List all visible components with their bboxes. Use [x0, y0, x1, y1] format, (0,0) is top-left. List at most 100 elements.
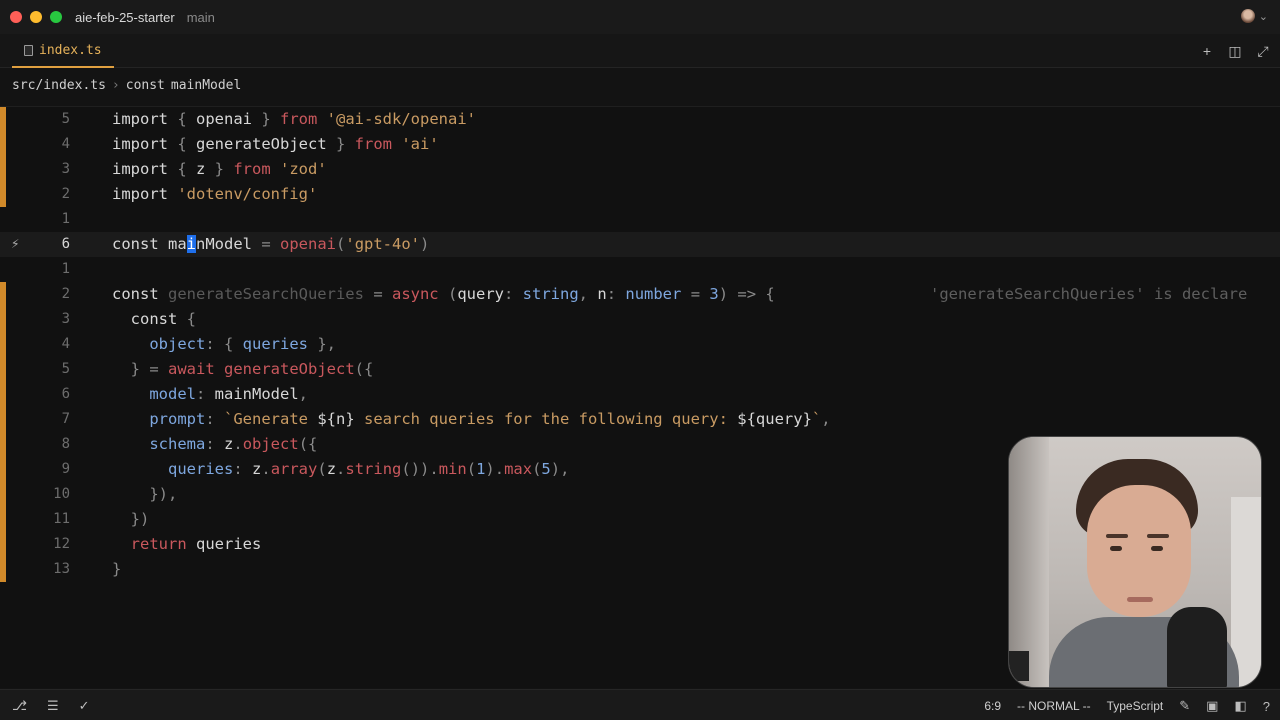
code-token: object: [242, 435, 299, 453]
code-token: 'zod': [280, 160, 327, 178]
status-bar: ⎇ ☰ ✓ 6:9 -- NORMAL -- TypeScript ✎ ▣ ◧ …: [0, 689, 1280, 720]
code-line[interactable]: 4 object: { queries },: [0, 332, 1280, 357]
code-token: min: [438, 460, 467, 478]
ai-icon[interactable]: ✎: [1179, 698, 1190, 714]
maximize-window-button[interactable]: [50, 11, 62, 23]
breadcrumb-symbol[interactable]: mainModel: [171, 78, 241, 93]
line-number: 1: [61, 261, 70, 277]
code-token: 3: [709, 285, 719, 303]
split-pane-icon[interactable]: ◫: [1228, 43, 1242, 59]
avatar[interactable]: [1240, 9, 1255, 23]
terminal-icon[interactable]: ▣: [1206, 698, 1218, 714]
code-token: max: [504, 460, 533, 478]
file-icon: [24, 44, 33, 56]
modified-indicator: [0, 432, 6, 457]
code-line[interactable]: 1: [0, 207, 1280, 232]
code-line[interactable]: 5 } = await generateObject({: [0, 357, 1280, 382]
code-token: queries: [196, 535, 262, 553]
code-text: import { z } from 'zod': [112, 157, 327, 182]
modified-indicator: [0, 282, 6, 307]
code-token: ,: [821, 410, 831, 428]
tab-index-ts[interactable]: index.ts: [12, 34, 114, 68]
code-token: z: [224, 435, 234, 453]
code-line[interactable]: ⚡ 6 const mainModel = openai('gpt-4o'): [0, 232, 1280, 257]
modified-indicator: [0, 332, 6, 357]
text-cursor: i: [186, 235, 197, 253]
code-token: }: [205, 160, 234, 178]
line-number: 9: [61, 461, 70, 477]
line-number: 3: [61, 161, 70, 177]
breadcrumb-file[interactable]: src/index.ts: [12, 78, 106, 93]
code-token: import: [112, 160, 178, 178]
modified-indicator: [0, 357, 6, 382]
line-number: 2: [61, 186, 70, 202]
cursor-position[interactable]: 6:9: [984, 699, 1001, 713]
language-mode[interactable]: TypeScript: [1107, 699, 1164, 713]
code-token: : {: [205, 335, 243, 353]
code-token: schema: [149, 435, 206, 453]
code-line[interactable]: 7 prompt: `Generate ${n} search queries …: [0, 407, 1280, 432]
close-window-button[interactable]: [10, 11, 22, 23]
code-token: async: [391, 285, 448, 303]
modified-indicator: [0, 407, 6, 432]
code-text: }): [112, 507, 150, 532]
window-controls: [10, 11, 62, 23]
code-line[interactable]: 6 model: mainModel,: [0, 382, 1280, 407]
line-number: 1: [61, 211, 70, 227]
code-token: :: [205, 435, 224, 453]
code-token: } =: [130, 360, 168, 378]
code-token: 'ai': [401, 135, 439, 153]
code-line[interactable]: 5 import { openai } from '@ai-sdk/openai': [0, 107, 1280, 132]
new-file-icon[interactable]: +: [1200, 43, 1214, 59]
code-token: const: [112, 235, 168, 253]
maximize-pane-icon[interactable]: ⤢: [1256, 43, 1270, 59]
code-token: from: [233, 160, 281, 178]
code-token: await: [168, 360, 224, 378]
code-token: openai: [196, 110, 252, 128]
line-number: 4: [61, 336, 70, 352]
code-token: n: [597, 285, 607, 303]
code-line[interactable]: 3 const {: [0, 307, 1280, 332]
panel-icon[interactable]: ◧: [1234, 698, 1246, 714]
code-token: ) => {: [718, 285, 775, 303]
code-line[interactable]: 3 import { z } from 'zod': [0, 157, 1280, 182]
code-token: 'dotenv/config': [177, 185, 318, 203]
list-icon[interactable]: ☰: [47, 698, 59, 714]
chevron-down-icon[interactable]: ⌄: [1259, 10, 1268, 23]
modified-indicator: [0, 157, 6, 182]
code-text: }: [112, 557, 121, 582]
code-token: array: [270, 460, 318, 478]
code-token: }: [326, 135, 355, 153]
code-token: }: [112, 560, 122, 578]
code-line[interactable]: 2 import 'dotenv/config': [0, 182, 1280, 207]
code-text: import { openai } from '@ai-sdk/openai': [112, 107, 476, 132]
code-line[interactable]: 4 import { generateObject } from 'ai': [0, 132, 1280, 157]
code-token: .: [261, 460, 271, 478]
account-menu[interactable]: ⌄: [1240, 9, 1268, 23]
code-text: schema: z.object({: [112, 432, 317, 457]
branch-name[interactable]: main: [187, 10, 215, 25]
code-token: {: [177, 110, 196, 128]
code-line[interactable]: 1: [0, 257, 1280, 282]
code-token: 5: [541, 460, 551, 478]
code-token: ({: [354, 360, 374, 378]
minimize-window-button[interactable]: [30, 11, 42, 23]
tab-label: index.ts: [39, 42, 102, 58]
code-token: :: [233, 460, 252, 478]
modified-indicator: [0, 307, 6, 332]
project-name[interactable]: aie-feb-25-starter: [75, 10, 175, 25]
line-number: 6: [61, 236, 70, 252]
check-icon[interactable]: ✓: [79, 698, 90, 714]
status-right: 6:9 -- NORMAL -- TypeScript ✎ ▣ ◧ ?: [984, 698, 1270, 714]
git-branch-icon[interactable]: ⎇: [12, 698, 27, 714]
code-line[interactable]: 2 const generateSearchQueries = async (qu…: [0, 282, 1280, 307]
help-icon[interactable]: ?: [1263, 699, 1270, 714]
line-number: 11: [53, 511, 70, 527]
code-token: model: [149, 385, 196, 403]
lightning-icon[interactable]: ⚡: [11, 232, 19, 257]
code-text: }),: [112, 482, 177, 507]
code-token: z: [196, 160, 206, 178]
